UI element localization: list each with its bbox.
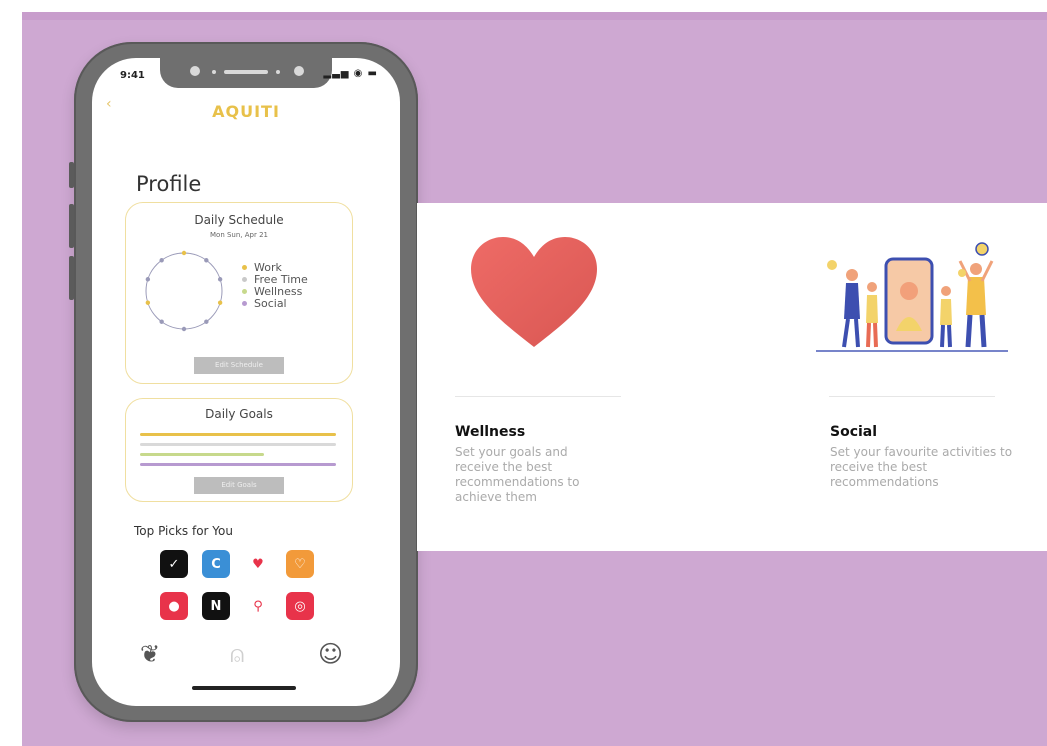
phone-volume-up <box>69 204 74 248</box>
ring-marker <box>159 258 164 263</box>
legend-dot <box>242 288 247 294</box>
app-logo: AQUITI <box>212 102 280 121</box>
ring-marker <box>181 250 187 256</box>
heart-illustration <box>471 237 597 347</box>
feature-title-social: Social <box>830 424 878 440</box>
daily-goals-card: Daily Goals Edit Goals <box>125 398 353 502</box>
feature-desc-wellness: Set your goals and receive the best reco… <box>455 445 580 504</box>
ring-marker <box>181 326 187 332</box>
goal-bar-wellness <box>140 453 264 456</box>
home-indicator[interactable] <box>192 686 296 690</box>
daily-schedule-card: Daily Schedule Mon Sun, Apr 21 Work Free… <box>125 202 353 384</box>
ring-marker <box>145 277 151 282</box>
background-stage: 9:41 ▂▃▅ ◉ ▬ ‹ AQUITI Profile Daily Sche… <box>22 12 1047 746</box>
top-picks-title: Top Picks for You <box>134 524 233 538</box>
edit-goals-button[interactable]: Edit Goals <box>194 477 284 494</box>
people-illustration <box>816 242 1008 352</box>
maps-app-icon[interactable]: ⚲ <box>244 592 272 620</box>
goal-bar-free-time <box>140 443 336 446</box>
phone-mute-switch <box>69 162 74 188</box>
person-icon[interactable]: ⍝ <box>230 640 244 668</box>
legend-item-work: Work <box>242 261 308 274</box>
legend-dot <box>242 276 247 282</box>
sensor-dot <box>212 70 216 74</box>
legend-item-wellness: Wellness <box>242 285 308 298</box>
legend-label: Social <box>254 296 287 310</box>
ring-marker <box>217 277 223 282</box>
ring-marker <box>159 319 164 324</box>
heart-app-icon[interactable]: ♥ <box>244 550 272 578</box>
schedule-ring-chart <box>145 250 223 332</box>
legend-item-social: Social <box>242 296 308 310</box>
top-strip <box>22 12 1047 20</box>
calm-app-icon[interactable]: C <box>202 550 230 578</box>
sensor-dot <box>276 70 280 74</box>
nike-app-icon[interactable]: ✓ <box>160 550 188 578</box>
smiley-icon[interactable]: ☺ <box>318 640 343 668</box>
camera-icon <box>190 66 200 76</box>
goal-bar-social <box>140 463 336 466</box>
schedule-title: Daily Schedule <box>194 213 284 227</box>
phone-screen: 9:41 ▂▃▅ ◉ ▬ ‹ AQUITI Profile Daily Sche… <box>92 58 400 706</box>
sprout-icon[interactable]: ❦ <box>140 640 160 668</box>
goal-bar-work <box>140 433 336 436</box>
front-camera-icon <box>294 66 304 76</box>
phone-volume-down <box>69 256 74 300</box>
ring-marker <box>145 300 151 305</box>
legend-item-free-time: Free Time <box>242 273 308 286</box>
features-panel: Wellness Set your goals and receive the … <box>417 203 1047 551</box>
feature-desc-social: Set your favourite activities to receive… <box>830 445 1013 489</box>
sports-app-icon[interactable]: ◎ <box>286 592 314 620</box>
schedule-legend: Work Free Time Wellness Social <box>242 261 308 310</box>
divider <box>829 396 995 397</box>
divider <box>455 396 621 397</box>
speaker-grille <box>224 70 268 74</box>
notch <box>160 58 332 88</box>
phone-mockup: 9:41 ▂▃▅ ◉ ▬ ‹ AQUITI Profile Daily Sche… <box>69 42 423 722</box>
feature-title-wellness: Wellness <box>455 424 526 440</box>
legend-dot <box>242 264 247 270</box>
ring-marker <box>204 319 209 324</box>
headspace-app-icon[interactable]: ● <box>160 592 188 620</box>
page-title: Profile <box>136 172 202 196</box>
goals-title: Daily Goals <box>205 407 273 421</box>
status-time: 9:41 <box>120 70 145 81</box>
ring-marker <box>217 300 223 305</box>
ring-marker <box>204 258 209 263</box>
wellness-app-icon[interactable]: ♡ <box>286 550 314 578</box>
status-icons: ▂▃▅ ◉ ▬ <box>323 68 378 79</box>
legend-dot <box>242 300 247 306</box>
schedule-date: Mon Sun, Apr 21 <box>210 231 268 239</box>
edit-schedule-button[interactable]: Edit Schedule <box>194 357 284 374</box>
netflix-app-icon[interactable]: N <box>202 592 230 620</box>
